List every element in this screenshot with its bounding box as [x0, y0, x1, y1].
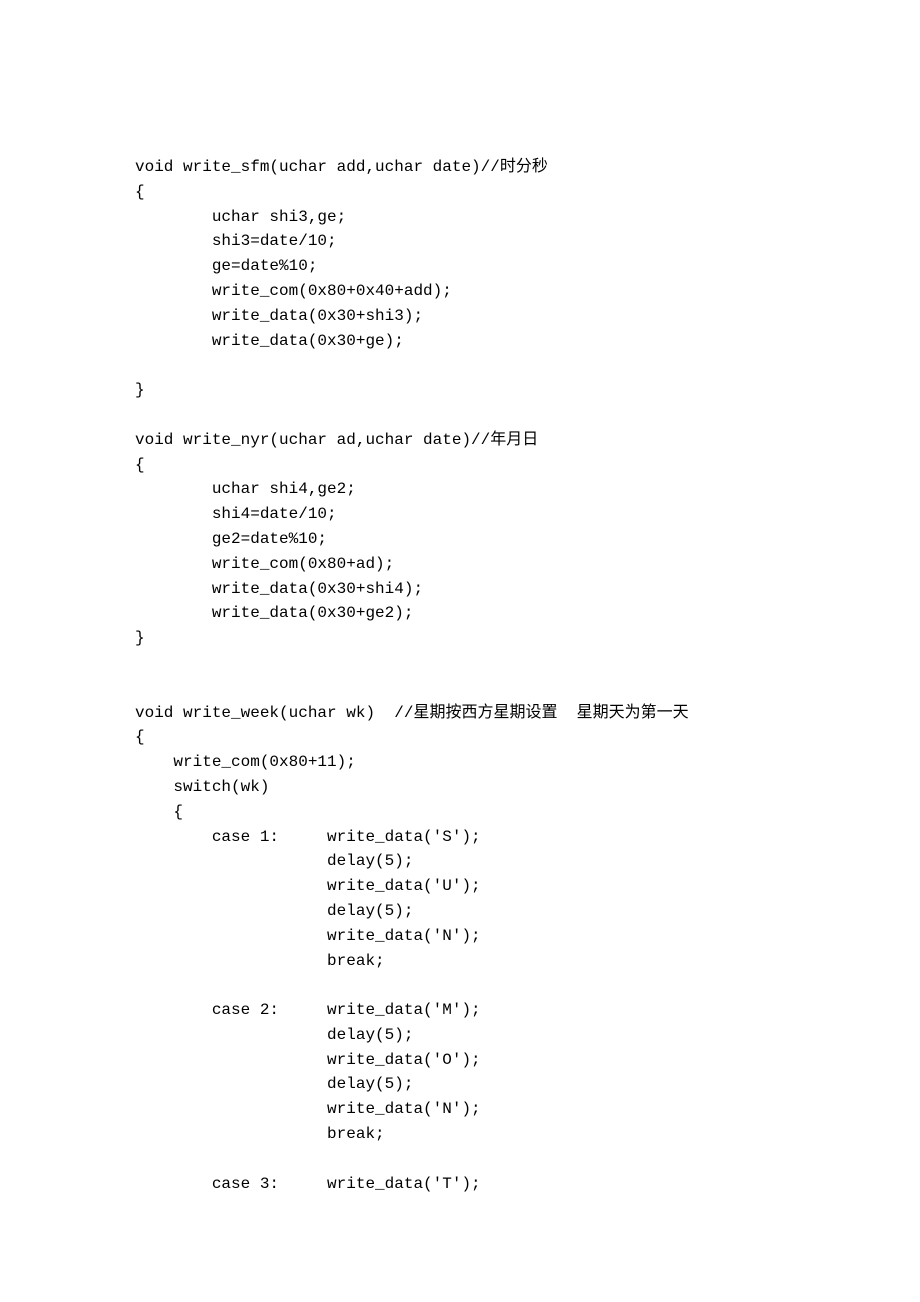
code-line: delay(5); [135, 849, 785, 874]
code-line: shi4=date/10; [135, 502, 785, 527]
code-line: write_data(0x30+shi3); [135, 304, 785, 329]
code-line: write_data('N'); [135, 1097, 785, 1122]
code-line [135, 676, 785, 701]
code-line: write_com(0x80+ad); [135, 552, 785, 577]
code-line: } [135, 626, 785, 651]
code-line: void write_nyr(uchar ad,uchar date)//年月日 [135, 428, 785, 453]
code-line: uchar shi4,ge2; [135, 477, 785, 502]
code-line: void write_week(uchar wk) //星期按西方星期设置 星期… [135, 701, 785, 726]
code-line: ge=date%10; [135, 254, 785, 279]
code-line: switch(wk) [135, 775, 785, 800]
code-line: delay(5); [135, 1023, 785, 1048]
code-line: write_data('N'); [135, 924, 785, 949]
code-line: write_com(0x80+11); [135, 750, 785, 775]
code-line: case 1: write_data('S'); [135, 825, 785, 850]
code-line [135, 651, 785, 676]
code-line: write_data('O'); [135, 1048, 785, 1073]
code-line: shi3=date/10; [135, 229, 785, 254]
code-line: write_data(0x30+shi4); [135, 577, 785, 602]
code-line [135, 1147, 785, 1172]
code-line: uchar shi3,ge; [135, 205, 785, 230]
code-line: break; [135, 949, 785, 974]
code-line: write_data(0x30+ge); [135, 329, 785, 354]
code-line: break; [135, 1122, 785, 1147]
code-line: ge2=date%10; [135, 527, 785, 552]
code-line: { [135, 453, 785, 478]
code-line [135, 403, 785, 428]
code-line [135, 353, 785, 378]
code-line: { [135, 800, 785, 825]
code-line: case 3: write_data('T'); [135, 1172, 785, 1197]
code-line: delay(5); [135, 1072, 785, 1097]
code-line: { [135, 725, 785, 750]
code-line: { [135, 180, 785, 205]
code-line: } [135, 378, 785, 403]
code-line: delay(5); [135, 899, 785, 924]
code-line: write_com(0x80+0x40+add); [135, 279, 785, 304]
document-page: void write_sfm(uchar add,uchar date)//时分… [0, 0, 920, 1302]
code-line: case 2: write_data('M'); [135, 998, 785, 1023]
code-line [135, 973, 785, 998]
code-line: write_data(0x30+ge2); [135, 601, 785, 626]
code-line: write_data('U'); [135, 874, 785, 899]
code-line: void write_sfm(uchar add,uchar date)//时分… [135, 155, 785, 180]
